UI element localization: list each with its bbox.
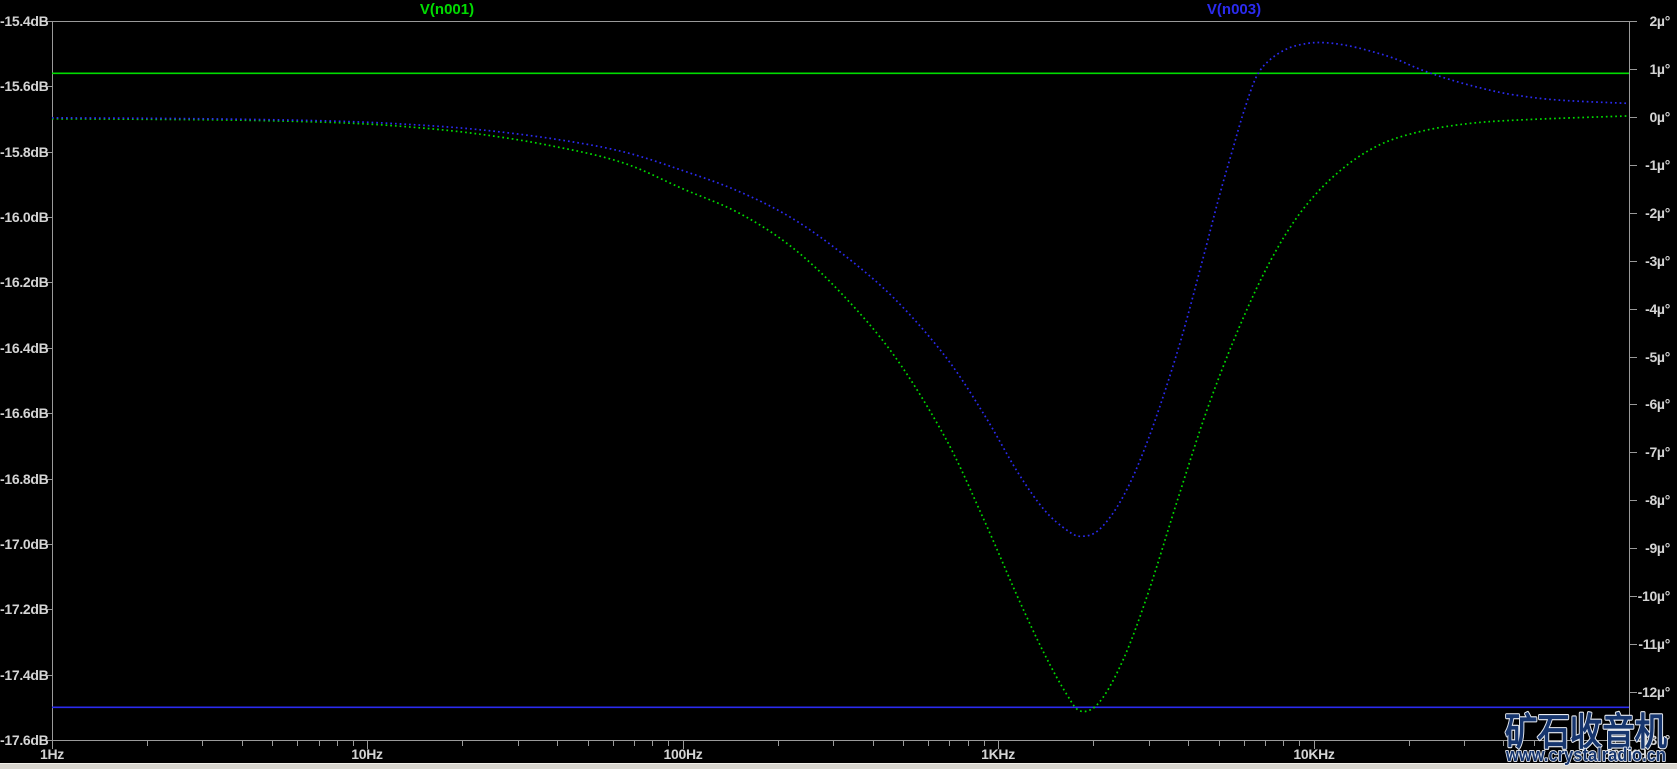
y-right-tick-label: -4µ° [1645, 301, 1670, 317]
trace-label-vn003[interactable]: V(n003) [1207, 2, 1261, 18]
y-right-tick-label: -5µ° [1645, 349, 1670, 365]
watermark: 矿石收音机 www.crystalradio.cn [1504, 711, 1668, 766]
y-right-tick-label: -12µ° [1637, 684, 1671, 700]
trace-label-vn001[interactable]: V(n001) [420, 2, 474, 18]
trace-v-n003-phase [51, 41, 1630, 538]
bottom-bar [0, 763, 1677, 769]
trace-v-n001-phase [51, 115, 1630, 713]
y-right-tick-label: -10µ° [1637, 588, 1671, 604]
y-left-tick-label: -17.4dB [0, 667, 49, 683]
plot-area[interactable] [0, 0, 1677, 769]
y-left-tick-label: -16.2dB [0, 274, 49, 290]
y-right-tick-label: -11µ° [1638, 636, 1670, 652]
axis-ticks [44, 21, 1637, 749]
x-tick-label: 10KHz [1293, 746, 1335, 762]
y-right-tick-label: -6µ° [1645, 396, 1670, 412]
y-left-tick-label: -16.0dB [0, 209, 49, 225]
x-tick-label: 1KHz [981, 746, 1015, 762]
y-right-tick-label: -9µ° [1645, 540, 1670, 556]
y-right-tick-label: -8µ° [1645, 492, 1670, 508]
y-right-tick-label: 1µ° [1649, 61, 1670, 77]
y-right-tick-label: 0µ° [1649, 109, 1670, 125]
y-right-tick-label: 2µ° [1649, 13, 1670, 29]
y-right-tick-label: -1µ° [1645, 157, 1670, 173]
y-right-tick-label: -3µ° [1645, 253, 1670, 269]
x-tick-label: 10Hz [351, 746, 383, 762]
ltspice-waveform-window: -15.4dB -15.6dB -15.8dB -16.0dB -16.2dB -16.4… [0, 0, 1677, 769]
y-left-tick-label: -17.2dB [0, 601, 49, 617]
y-left-tick-label: -16.6dB [0, 405, 49, 421]
y-left-tick-label: -15.6dB [0, 78, 49, 94]
y-right-tick-label: -7µ° [1645, 444, 1670, 460]
y-left-tick-label: -16.4dB [0, 340, 49, 356]
y-left-tick-label: -17.0dB [0, 536, 49, 552]
watermark-url: www.crystalradio.cn [1505, 744, 1666, 765]
x-tick-label: 1Hz [40, 746, 64, 762]
plot-border [52, 21, 1630, 741]
y-right-tick-label: -2µ° [1645, 205, 1670, 221]
y-left-tick-label: -16.8dB [0, 471, 49, 487]
y-left-tick-label: -15.8dB [0, 144, 49, 160]
x-tick-label: 100Hz [663, 746, 703, 762]
y-left-tick-label: -15.4dB [0, 13, 49, 29]
